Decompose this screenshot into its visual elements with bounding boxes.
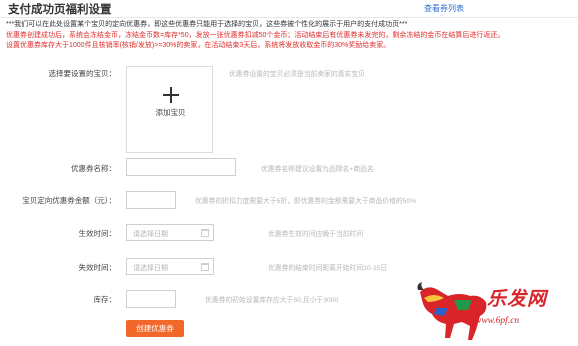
coupon-amount-hint: 优惠券的折扣力度需要大于5折，即优惠券的金额需要大于商品价格的50% — [195, 198, 417, 205]
stock-hint: 优惠券的初始设置库存应大于50,且小于3000 — [205, 297, 339, 304]
end-time-hint: 优惠券的结束时间距离开始时间10-15日 — [268, 265, 388, 272]
plus-icon — [163, 87, 179, 103]
add-item-label: 添加宝贝 — [155, 108, 186, 117]
add-item-button[interactable]: 添加宝贝 — [126, 66, 213, 153]
end-date-placeholder: 请选择日期 — [133, 265, 168, 272]
item-hint: 优惠券设置的宝贝必须是当前卖家的真实宝贝 — [229, 71, 365, 78]
create-coupon-button[interactable]: 创建优惠券 — [126, 320, 184, 337]
start-date-picker[interactable]: 请选择日期 — [126, 224, 214, 241]
watermark: 乐发网 www.6pf.cn — [414, 282, 570, 344]
coupon-name-label: 优惠券名称： — [71, 164, 116, 173]
bull-logo-icon — [417, 282, 487, 340]
stock-label: 库存： — [93, 295, 117, 304]
coupon-amount-label: 宝贝定向优惠券金额（元）： — [22, 196, 116, 205]
watermark-url: www.6pf.cn — [475, 316, 520, 326]
notice-line-2: 优惠券创建成功后，系统会冻结金币，冻结金币数=库存*50，发放一张优惠券扣减50… — [6, 32, 505, 39]
calendar-icon — [201, 229, 209, 237]
page-title: 支付成功页福利设置 — [8, 4, 112, 16]
notice-line-1: ***我们可以在此处设置某个宝贝的定向优惠券，即这些优惠券只能用于选择的宝贝，这… — [6, 21, 408, 28]
calendar-icon — [201, 263, 209, 271]
notice-line-3: 设置优惠券库存大于1000件且核销率(核销/发放)>=30%的卖家，在活动结束3… — [6, 42, 391, 49]
coupon-name-input[interactable] — [126, 158, 236, 176]
coupon-amount-input[interactable] — [126, 191, 176, 209]
coupon-list-link[interactable]: 查看券列表 — [424, 3, 464, 14]
start-time-hint: 优惠券生效时间应晚于当前时间 — [268, 231, 364, 238]
watermark-logo: 乐发网 — [487, 288, 548, 310]
end-time-label: 失效时间： — [78, 263, 117, 272]
start-time-label: 生效时间： — [78, 229, 117, 238]
page-header: 支付成功页福利设置 查看券列表 — [0, 0, 578, 18]
stock-input[interactable] — [126, 290, 176, 308]
start-date-placeholder: 请选择日期 — [133, 231, 168, 238]
coupon-name-hint: 优惠券名称建议设置为品牌名+商品名 — [261, 166, 374, 173]
end-date-picker[interactable]: 请选择日期 — [126, 258, 214, 275]
item-select-label: 选择要设置的宝贝： — [48, 69, 117, 78]
